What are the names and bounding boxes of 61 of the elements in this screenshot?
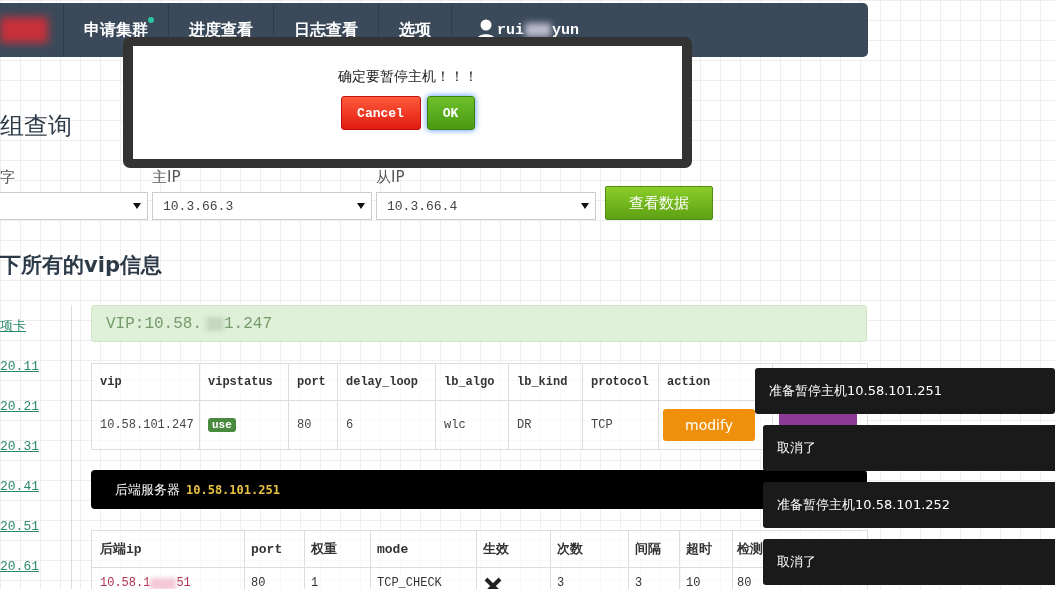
column-header: 后端ip xyxy=(91,530,245,568)
backend-ip: 10.58.101.251 xyxy=(186,482,280,497)
sidebar-link[interactable]: 20.21 xyxy=(0,397,71,417)
logo-icon xyxy=(0,17,48,43)
user-name[interactable]: yun xyxy=(552,21,580,39)
column-header: delay_loop xyxy=(337,363,436,401)
column-header: 超时 xyxy=(679,530,733,568)
select-field[interactable] xyxy=(0,192,148,220)
section-title: 下所有的vip信息 xyxy=(0,252,163,279)
status-badge: use xyxy=(208,418,236,432)
sidebar-link[interactable]: 20.61 xyxy=(0,557,71,577)
table-cell: 6 xyxy=(337,400,436,450)
select-field[interactable]: 10.3.66.4 xyxy=(376,192,596,220)
dialog-message: 确定要暂停主机！！！ xyxy=(337,68,478,86)
field-label: 从IP xyxy=(376,168,406,188)
view-data-button[interactable]: 查看数据 xyxy=(605,186,713,220)
redaction-mark xyxy=(150,578,177,589)
caret-icon xyxy=(133,203,141,209)
column-header: port xyxy=(244,530,305,568)
backend-ip-cell: 51 xyxy=(176,576,191,589)
table-cell: TCP xyxy=(582,400,659,450)
column-header: 次数 xyxy=(550,530,629,568)
column-header: protocol xyxy=(582,363,659,401)
status-toast: 准备暂停主机10.58.101.252 xyxy=(763,482,1055,528)
sidebar-link[interactable]: 项卡 xyxy=(0,317,71,337)
status-toast: 准备暂停主机10.58.101.251 xyxy=(755,368,1055,414)
user-name[interactable]: rui xyxy=(497,21,524,39)
status-toast: 取消了 xyxy=(763,539,1055,585)
column-header: lb_algo xyxy=(435,363,509,401)
redaction-mark xyxy=(206,316,224,331)
vip-text: 1.247 xyxy=(224,314,273,333)
ok-button[interactable]: OK xyxy=(426,96,475,130)
field-label: 字 xyxy=(0,168,16,188)
sidebar-link[interactable]: 20.51 xyxy=(0,517,71,537)
caret-icon xyxy=(357,203,365,209)
table-cell: DR xyxy=(508,400,583,450)
select-field[interactable]: 10.3.66.3 xyxy=(152,192,372,220)
backend-label: 后端服务器 xyxy=(115,480,180,499)
table-cell: 10.58.101.247 xyxy=(91,400,200,450)
column-header: lb_kind xyxy=(508,363,583,401)
sidebar-link[interactable]: 20.11 xyxy=(0,357,71,377)
status-toast: 取消了 xyxy=(763,425,1055,471)
sidebar-link[interactable]: 20.31 xyxy=(0,437,71,457)
field-label: 主IP xyxy=(152,168,182,188)
column-header: 生效 xyxy=(476,530,551,568)
column-header: mode xyxy=(370,530,477,568)
redaction-mark xyxy=(525,23,551,37)
backend-ip-cell: 10.58.1 xyxy=(100,576,151,589)
cancel-button[interactable]: Cancel xyxy=(340,96,421,130)
vip-text: VIP:10.58. xyxy=(106,314,202,333)
column-header: vip xyxy=(91,363,200,401)
column-header: vipstatus xyxy=(199,363,289,401)
column-header: 间隔 xyxy=(628,530,680,568)
column-header: port xyxy=(288,363,338,401)
column-header: 权重 xyxy=(304,530,371,568)
table-cell: 80 xyxy=(288,400,338,450)
modify-button[interactable]: modify xyxy=(663,409,755,441)
section-title: 组查询 xyxy=(0,111,72,141)
caret-icon xyxy=(581,203,589,209)
table-cell: wlc xyxy=(435,400,509,450)
sidebar-link[interactable]: 20.41 xyxy=(0,477,71,497)
